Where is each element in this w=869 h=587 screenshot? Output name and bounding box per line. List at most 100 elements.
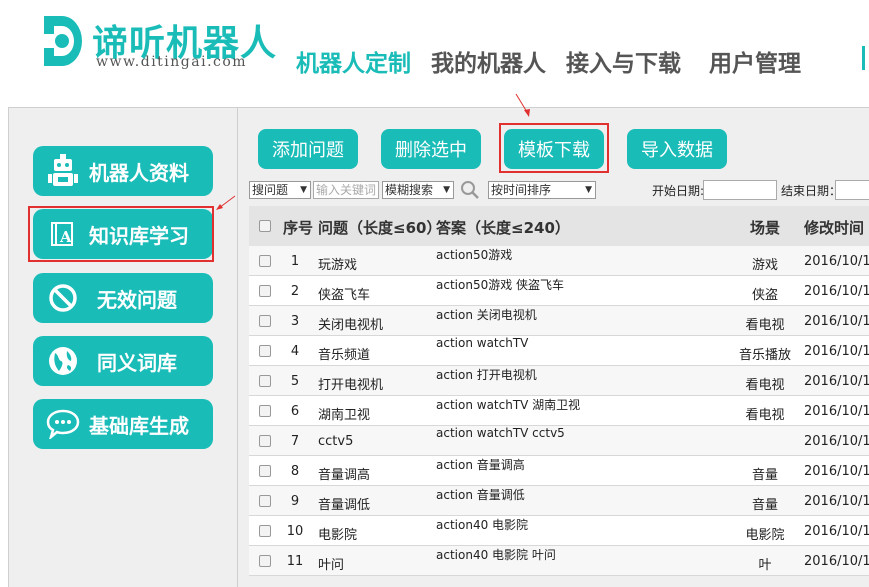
cell-question: 湖南卫视 xyxy=(318,408,371,423)
nav-item-my-robots[interactable]: 我的机器人 xyxy=(431,44,546,78)
cell-scene: 游戏 xyxy=(751,258,778,273)
cell-answer: action 音量调低 xyxy=(436,488,525,502)
cell-no: 11 xyxy=(286,554,304,569)
row-checkbox[interactable] xyxy=(259,405,271,417)
cell-modified: 2016/10/11 xyxy=(804,344,869,359)
table-header: 序号 问题（长度≤60） 答案（长度≤240） 场景 修改时间 xyxy=(249,206,869,246)
start-date-input[interactable] xyxy=(703,180,777,200)
row-checkbox[interactable] xyxy=(259,255,271,267)
cell-answer: action watchTV cctv5 xyxy=(436,426,565,440)
cell-modified: 2016/10/11 xyxy=(804,254,869,269)
cell-no: 10 xyxy=(286,524,304,539)
sort-select[interactable]: 按时间排序 ▼ xyxy=(488,181,596,199)
top-nav: 机器人定制 我的机器人 接入与下载 用户管理 xyxy=(296,44,821,78)
cell-answer: action watchTV 湖南卫视 xyxy=(436,398,581,412)
row-checkbox[interactable] xyxy=(259,525,271,537)
cell-question: 玩游戏 xyxy=(318,258,358,273)
import-data-button[interactable]: 导入数据 xyxy=(627,129,727,169)
table-row[interactable]: 8 音量调高 action 音量调高音量 2016/10/11 xyxy=(249,456,869,486)
cell-question: 关闭电视机 xyxy=(318,318,384,333)
row-checkbox[interactable] xyxy=(259,465,271,477)
cell-scene: 音量 xyxy=(751,468,778,483)
cell-modified: 2016/10/11 xyxy=(804,554,869,569)
table-row[interactable]: 2 侠盗飞车 action50游戏 侠盗飞车侠盗 2016/10/11 xyxy=(249,276,869,306)
cell-modified: 2016/10/11 xyxy=(804,434,869,449)
cell-no: 7 xyxy=(290,434,300,449)
keyword-input[interactable]: 输入关键词 xyxy=(313,181,379,199)
cell-question: 音量调高 xyxy=(318,468,371,483)
cell-question: 音乐频道 xyxy=(318,348,371,363)
cell-modified: 2016/10/11 xyxy=(804,494,869,509)
nav-item-user-management[interactable]: 用户管理 xyxy=(709,44,801,78)
cell-no: 8 xyxy=(290,464,300,479)
cell-scene: 电影院 xyxy=(745,528,785,543)
row-checkbox[interactable] xyxy=(259,495,271,507)
cell-answer: action 音量调高 xyxy=(436,458,525,472)
nav-divider xyxy=(862,46,865,70)
cell-question: 侠盗飞车 xyxy=(318,288,371,303)
add-question-button[interactable]: 添加问题 xyxy=(258,129,358,169)
table-row[interactable]: 10 电影院 action40 电影院电影院 2016/10/11 xyxy=(249,516,869,546)
row-checkbox[interactable] xyxy=(259,315,271,327)
cell-answer: action40 电影院 叶问 xyxy=(436,548,556,562)
table-row[interactable]: 3 关闭电视机 action 关闭电视机看电视 2016/10/11 xyxy=(249,306,869,336)
table-row[interactable]: 5 打开电视机 action 打开电视机看电视 2016/10/11 xyxy=(249,366,869,396)
sidebar-item-invalid-questions[interactable]: 无效问题 xyxy=(33,273,213,323)
row-checkbox[interactable] xyxy=(259,375,271,387)
match-mode-select[interactable]: 模糊搜索 ▼ xyxy=(382,181,454,199)
row-checkbox[interactable] xyxy=(259,435,271,447)
table-row[interactable]: 1 玩游戏 action50游戏游戏 2016/10/11 xyxy=(249,246,869,276)
cell-question: 音量调低 xyxy=(318,498,371,513)
sidebar-item-base-library[interactable]: 基础库生成 xyxy=(33,399,213,449)
table-row[interactable]: 7 cctv5 action watchTV cctv5 2016/10/11 xyxy=(249,426,869,456)
end-date-input[interactable] xyxy=(835,180,869,200)
cell-modified: 2016/10/11 xyxy=(804,374,869,389)
cell-scene: 音乐播放 xyxy=(738,348,791,363)
cell-answer: action 关闭电视机 xyxy=(436,308,537,322)
end-date-label: 结束日期： xyxy=(781,184,842,198)
table-row[interactable]: 4 音乐频道 action watchTV 音乐播放 2016/10/11 xyxy=(249,336,869,366)
cell-no: 9 xyxy=(290,494,300,509)
annotation-arrow-icon xyxy=(216,195,236,210)
table-row[interactable]: 11 叶问 action40 电影院 叶问叶 2016/10/11 xyxy=(249,546,869,576)
sidebar-item-label: 无效问题 xyxy=(97,287,177,312)
cell-modified: 2016/10/11 xyxy=(804,404,869,419)
cell-no: 4 xyxy=(290,344,300,359)
cell-question: 打开电视机 xyxy=(318,378,384,393)
cell-question: 叶问 xyxy=(318,558,345,573)
cell-no: 3 xyxy=(290,314,300,329)
search-type-select[interactable]: 搜问题 ▼ xyxy=(249,181,311,199)
cell-scene: 看电视 xyxy=(745,318,785,333)
header-question: 问题（长度≤60） xyxy=(318,219,442,237)
chevron-down-icon: ▼ xyxy=(443,185,450,195)
cell-no: 1 xyxy=(290,254,300,269)
row-checkbox[interactable] xyxy=(259,345,271,357)
sidebar-divider xyxy=(237,108,238,587)
annotation-arrow-icon xyxy=(515,93,530,117)
brand-url: www.ditingai.com xyxy=(96,54,248,70)
cell-question: 电影院 xyxy=(318,528,358,543)
table-row[interactable]: 9 音量调低 action 音量调低音量 2016/10/11 xyxy=(249,486,869,516)
highlight-box-toolbar xyxy=(499,123,609,173)
header-answer: 答案（长度≤240） xyxy=(436,219,570,237)
cell-no: 6 xyxy=(290,404,300,419)
nav-item-access-download[interactable]: 接入与下载 xyxy=(566,44,681,78)
nav-item-robot-custom[interactable]: 机器人定制 xyxy=(296,44,411,78)
delete-selected-button[interactable]: 删除选中 xyxy=(381,129,481,169)
sidebar-item-robot-profile[interactable]: 机器人资料 xyxy=(33,146,213,196)
sidebar-item-synonyms[interactable]: 同义词库 xyxy=(33,336,213,386)
chat-bubble-icon xyxy=(43,409,83,439)
chevron-down-icon: ▼ xyxy=(585,185,592,195)
sidebar-item-label: 基础库生成 xyxy=(89,413,189,438)
cell-modified: 2016/10/11 xyxy=(804,524,869,539)
row-checkbox[interactable] xyxy=(259,285,271,297)
robot-icon xyxy=(43,154,83,188)
ban-icon xyxy=(43,283,83,313)
select-all-checkbox[interactable] xyxy=(259,220,271,232)
table-row[interactable]: 6 湖南卫视 action watchTV 湖南卫视看电视 2016/10/11 xyxy=(249,396,869,426)
cell-scene: 看电视 xyxy=(745,378,785,393)
cell-scene: 音量 xyxy=(751,498,778,513)
header-scene: 场景 xyxy=(749,219,780,237)
row-checkbox[interactable] xyxy=(259,555,271,567)
search-icon[interactable] xyxy=(460,179,480,201)
